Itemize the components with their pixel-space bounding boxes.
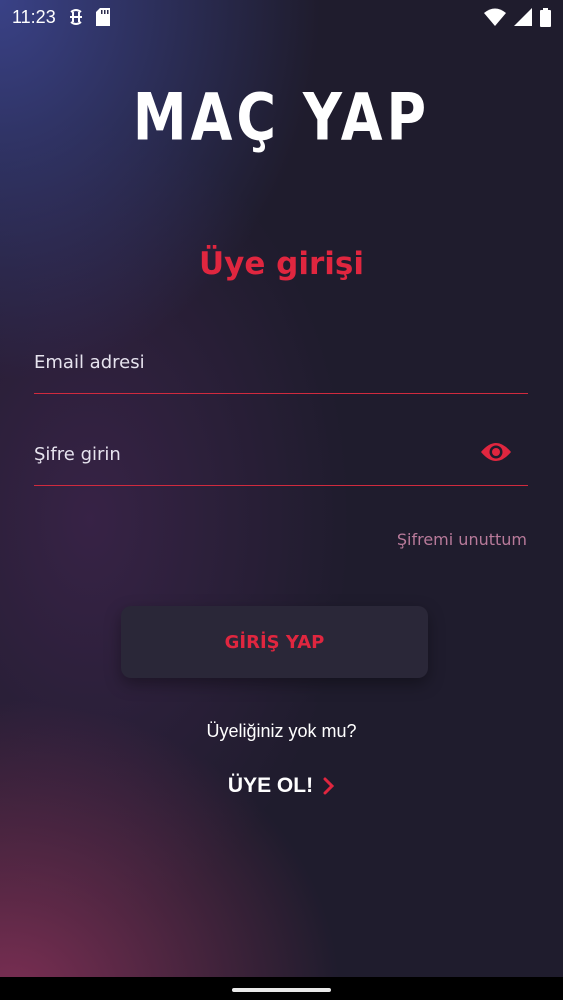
chevron-right-icon bbox=[323, 777, 335, 795]
password-field-container bbox=[34, 434, 528, 486]
login-button[interactable]: GİRİŞ YAP bbox=[121, 606, 428, 678]
page-title: Üye girişi bbox=[198, 246, 364, 282]
show-password-toggle[interactable] bbox=[480, 440, 512, 464]
eye-icon bbox=[481, 443, 511, 461]
dev-sync-icon bbox=[69, 9, 82, 25]
battery-icon bbox=[540, 7, 551, 27]
signup-label: ÜYE OL! bbox=[227, 774, 314, 797]
signup-link[interactable]: ÜYE OL! bbox=[0, 774, 563, 798]
home-gesture-handle[interactable] bbox=[232, 988, 331, 992]
status-time: 11:23 bbox=[12, 6, 56, 27]
no-account-text: Üyeliğiniz yok mu? bbox=[206, 721, 357, 741]
forgot-password-link[interactable]: Şifremi unuttum bbox=[397, 530, 527, 549]
email-field-container bbox=[34, 342, 528, 394]
signal-icon bbox=[514, 8, 532, 26]
password-input[interactable] bbox=[34, 434, 474, 474]
app-logo: MAÇ YAP bbox=[132, 79, 431, 156]
status-bar: 11:23 bbox=[0, 0, 563, 34]
sd-card-icon bbox=[95, 8, 110, 26]
navigation-bar bbox=[0, 977, 563, 1000]
email-input[interactable] bbox=[34, 342, 474, 382]
wifi-icon bbox=[484, 8, 506, 26]
